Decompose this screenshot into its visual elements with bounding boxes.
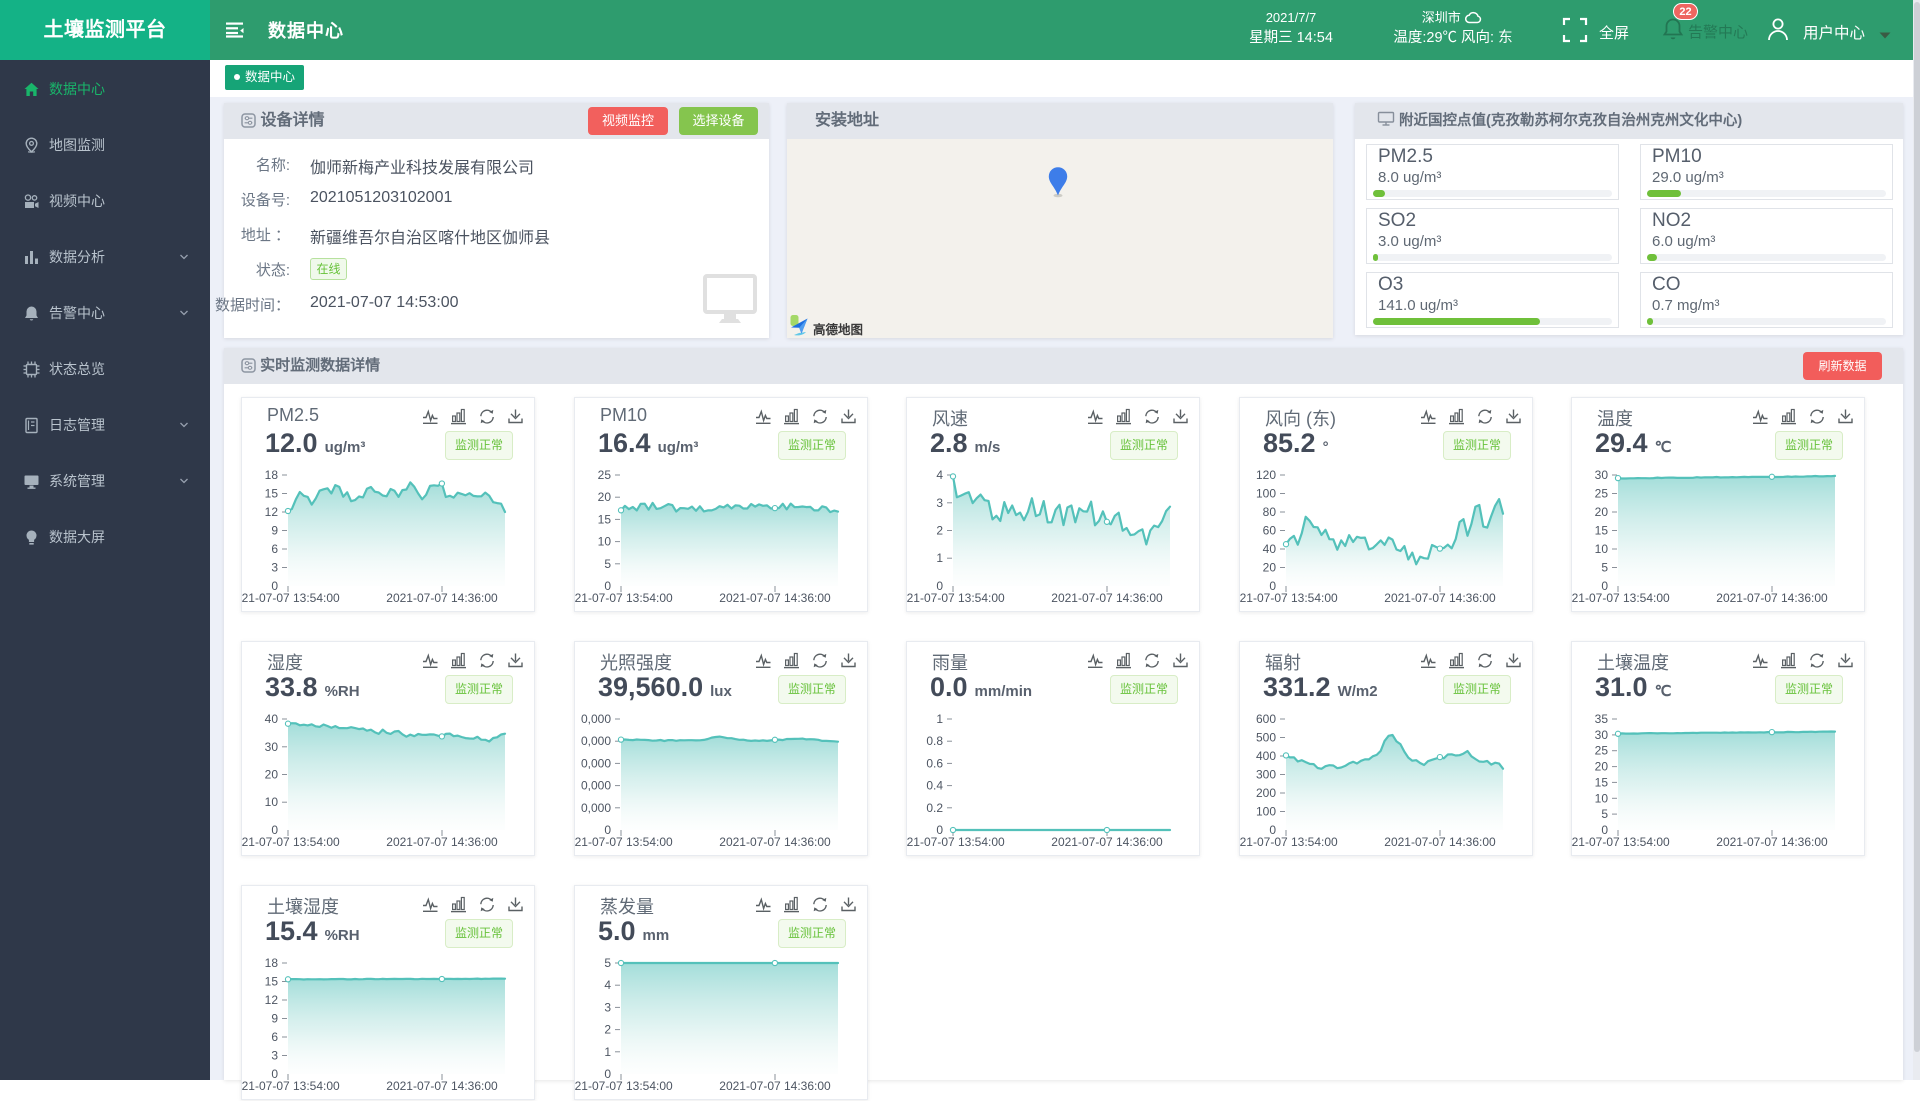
svg-text:2021-07-07 14:36:00: 2021-07-07 14:36:00 [1384, 591, 1496, 605]
svg-text:9: 9 [271, 1012, 278, 1026]
svg-text:10: 10 [1595, 791, 1609, 805]
svg-text:2021-07-07 14:36:00: 2021-07-07 14:36:00 [1051, 591, 1163, 605]
svg-text:10: 10 [598, 535, 612, 549]
svg-text:2021-07-07 13:54:00: 2021-07-07 13:54:00 [575, 835, 673, 849]
svg-text:0,000: 0,000 [581, 801, 611, 815]
svg-text:15: 15 [1595, 775, 1609, 789]
svg-text:2021-07-07 14:36:00: 2021-07-07 14:36:00 [719, 835, 831, 849]
svg-text:0.2: 0.2 [926, 801, 943, 815]
svg-text:2021-07-07 14:36:00: 2021-07-07 14:36:00 [1716, 835, 1828, 849]
svg-text:2021-07-07 13:54:00: 2021-07-07 13:54:00 [1572, 591, 1670, 605]
svg-text:3: 3 [936, 496, 943, 510]
svg-text:10: 10 [265, 795, 279, 809]
svg-text:100: 100 [1256, 805, 1276, 819]
svg-text:200: 200 [1256, 786, 1276, 800]
svg-text:18: 18 [265, 468, 279, 482]
svg-text:100: 100 [1256, 487, 1276, 501]
svg-text:2021-07-07 13:54:00: 2021-07-07 13:54:00 [575, 591, 673, 605]
svg-text:25: 25 [598, 468, 612, 482]
svg-text:2021-07-07 13:54:00: 2021-07-07 13:54:00 [1240, 591, 1338, 605]
svg-text:2: 2 [604, 1023, 611, 1037]
svg-text:2021-07-07 13:54:00: 2021-07-07 13:54:00 [1572, 835, 1670, 849]
svg-text:10: 10 [1595, 542, 1609, 556]
svg-text:3: 3 [604, 1000, 611, 1014]
svg-text:2021-07-07 13:54:00: 2021-07-07 13:54:00 [242, 591, 340, 605]
svg-text:2021-07-07 13:54:00: 2021-07-07 13:54:00 [242, 835, 340, 849]
svg-text:5: 5 [1601, 807, 1608, 821]
svg-text:2021-07-07 14:36:00: 2021-07-07 14:36:00 [719, 1079, 831, 1093]
svg-text:2021-07-07 14:36:00: 2021-07-07 14:36:00 [1384, 835, 1496, 849]
svg-text:2021-07-07 14:36:00: 2021-07-07 14:36:00 [386, 1079, 498, 1093]
svg-text:12: 12 [265, 505, 279, 519]
svg-text:30: 30 [1595, 468, 1609, 482]
svg-text:2021-07-07 13:54:00: 2021-07-07 13:54:00 [242, 1079, 340, 1093]
svg-text:2021-07-07 13:54:00: 2021-07-07 13:54:00 [1240, 835, 1338, 849]
svg-text:60: 60 [1263, 524, 1277, 538]
svg-text:15: 15 [1595, 524, 1609, 538]
svg-text:300: 300 [1256, 768, 1276, 782]
svg-text:4: 4 [604, 978, 611, 992]
svg-text:40: 40 [1263, 542, 1277, 556]
svg-text:15: 15 [598, 512, 612, 526]
svg-text:5: 5 [604, 557, 611, 571]
svg-text:25: 25 [1595, 744, 1609, 758]
svg-text:5: 5 [604, 956, 611, 970]
svg-text:1: 1 [936, 712, 943, 726]
svg-text:2021-07-07 14:36:00: 2021-07-07 14:36:00 [386, 591, 498, 605]
svg-text:80: 80 [1263, 505, 1277, 519]
svg-text:2021-07-07 13:54:00: 2021-07-07 13:54:00 [907, 591, 1005, 605]
svg-text:15: 15 [265, 975, 279, 989]
svg-text:35: 35 [1595, 712, 1609, 726]
svg-text:2021-07-07 14:36:00: 2021-07-07 14:36:00 [1051, 835, 1163, 849]
svg-text:1: 1 [604, 1045, 611, 1059]
svg-text:2: 2 [936, 524, 943, 538]
svg-text:20: 20 [598, 490, 612, 504]
svg-text:4: 4 [936, 468, 943, 482]
svg-text:6: 6 [271, 542, 278, 556]
svg-text:2021-07-07 14:36:00: 2021-07-07 14:36:00 [1716, 591, 1828, 605]
svg-text:20: 20 [1595, 760, 1609, 774]
svg-text:500: 500 [1256, 731, 1276, 745]
svg-text:20: 20 [265, 768, 279, 782]
svg-text:20: 20 [1263, 561, 1277, 575]
svg-text:120: 120 [1256, 468, 1276, 482]
svg-text:15: 15 [265, 487, 279, 501]
svg-text:0,000: 0,000 [581, 712, 611, 726]
svg-text:9: 9 [271, 524, 278, 538]
svg-text:1: 1 [936, 551, 943, 565]
svg-text:30: 30 [265, 740, 279, 754]
svg-text:0.6: 0.6 [926, 756, 943, 770]
svg-text:400: 400 [1256, 749, 1276, 763]
svg-text:5: 5 [1601, 561, 1608, 575]
svg-text:2021-07-07 13:54:00: 2021-07-07 13:54:00 [575, 1079, 673, 1093]
svg-text:600: 600 [1256, 712, 1276, 726]
svg-text:20: 20 [1595, 505, 1609, 519]
svg-text:25: 25 [1595, 487, 1609, 501]
svg-text:12: 12 [265, 993, 279, 1007]
svg-text:0.8: 0.8 [926, 734, 943, 748]
svg-text:2021-07-07 13:54:00: 2021-07-07 13:54:00 [907, 835, 1005, 849]
svg-text:0.4: 0.4 [926, 779, 943, 793]
svg-text:2021-07-07 14:36:00: 2021-07-07 14:36:00 [386, 835, 498, 849]
svg-text:3: 3 [271, 1049, 278, 1063]
svg-text:0,000: 0,000 [581, 734, 611, 748]
svg-text:40: 40 [265, 712, 279, 726]
svg-text:2021-07-07 14:36:00: 2021-07-07 14:36:00 [719, 591, 831, 605]
svg-text:18: 18 [265, 956, 279, 970]
svg-text:0,000: 0,000 [581, 756, 611, 770]
svg-text:30: 30 [1595, 728, 1609, 742]
svg-text:6: 6 [271, 1030, 278, 1044]
svg-text:3: 3 [271, 561, 278, 575]
svg-text:0,000: 0,000 [581, 779, 611, 793]
